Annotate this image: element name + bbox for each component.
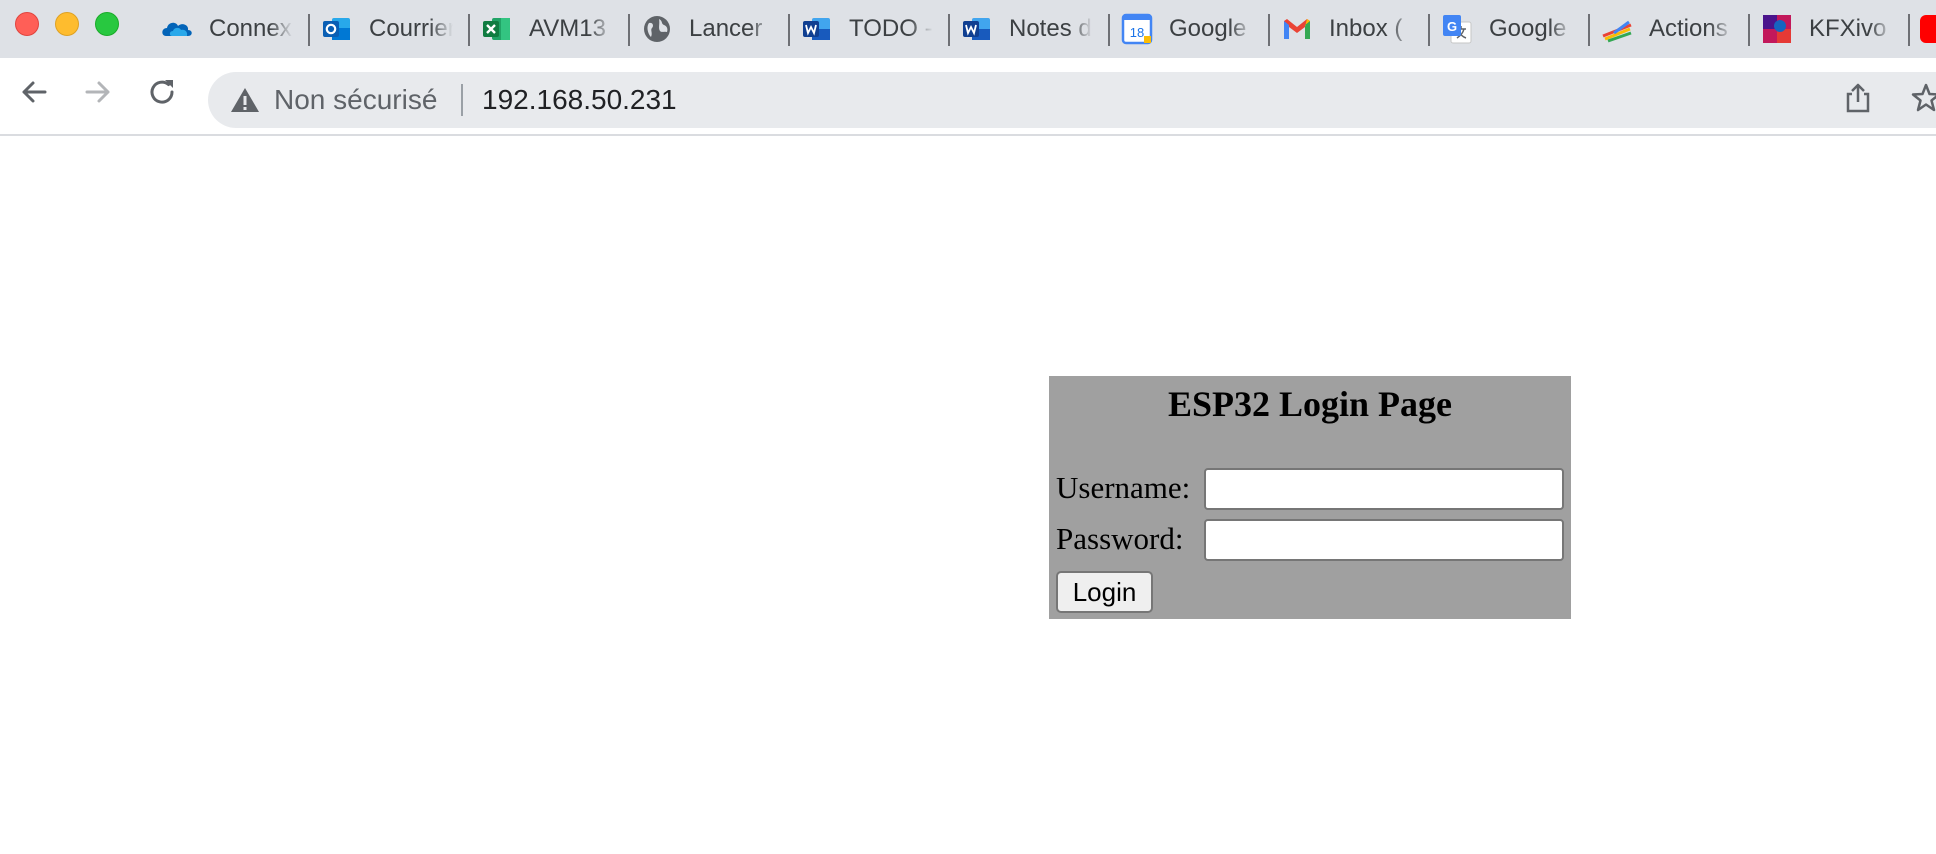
arrow-left-icon: [22, 81, 47, 103]
address-bar-divider: [461, 84, 463, 116]
login-button[interactable]: Login: [1056, 571, 1153, 613]
kfxivo-icon: [1763, 15, 1791, 43]
forward-button[interactable]: [76, 70, 120, 114]
tab-google-calendar[interactable]: 18 Google: [1108, 0, 1268, 58]
url-text[interactable]: 192.168.50.231: [482, 84, 677, 116]
page-title: ESP32 Login Page: [1167, 384, 1453, 424]
tab-avm13[interactable]: AVM13: [468, 0, 628, 58]
tab-title: Inbox (: [1329, 15, 1403, 42]
tab-title: Actions: [1649, 15, 1728, 42]
onedrive-icon: [162, 22, 192, 36]
tab-todo[interactable]: TODO -: [788, 0, 948, 58]
tab-courrier[interactable]: Courrier: [308, 0, 468, 58]
svg-text:G: G: [1447, 19, 1457, 34]
word-icon: [963, 18, 990, 40]
tab-kfxivo[interactable]: KFXivo: [1748, 0, 1908, 58]
actions-icon: [1602, 20, 1632, 43]
password-label: Password:: [1056, 521, 1184, 556]
tab-title: AVM13: [529, 15, 606, 42]
tab-list: Connexion Courrier AVM13: [148, 0, 1936, 58]
gmail-icon: [1284, 19, 1310, 39]
close-window-button[interactable]: [15, 12, 39, 36]
tab-title: Google: [1169, 15, 1247, 42]
browser-toolbar: Non sécurisé 192.168.50.231: [0, 58, 1936, 136]
username-label: Username:: [1056, 470, 1191, 505]
minimize-window-button[interactable]: [55, 12, 79, 36]
warning-icon[interactable]: [230, 86, 260, 114]
tab-title: Connexion: [209, 15, 293, 42]
google-translate-icon: G: [1443, 15, 1472, 44]
arrow-right-icon: [85, 81, 110, 103]
login-form: ESP32 Login Page Username: Password: Log…: [1049, 376, 1571, 619]
google-calendar-icon: 18: [1121, 13, 1153, 45]
globe-icon: [644, 16, 670, 42]
address-bar[interactable]: Non sécurisé 192.168.50.231: [208, 72, 1936, 128]
security-status-label[interactable]: Non sécurisé: [274, 84, 437, 116]
tab-lancer[interactable]: Lancer: [628, 0, 788, 58]
tab-connexion[interactable]: Connexion: [148, 0, 308, 58]
excel-icon: [483, 18, 510, 40]
share-icon[interactable]: [1842, 82, 1874, 114]
tab-title: Notes de: [1009, 15, 1093, 42]
tab-title: KFXivo: [1809, 15, 1887, 42]
tab-title: Courrier: [369, 15, 453, 42]
password-input[interactable]: [1204, 519, 1564, 561]
back-button[interactable]: [12, 70, 56, 114]
tab-google-translate[interactable]: G Google: [1428, 0, 1588, 58]
bookmark-star-icon[interactable]: [1910, 82, 1936, 114]
tab-strip: Connexion Courrier AVM13: [0, 0, 1936, 58]
username-input[interactable]: [1204, 468, 1564, 510]
maximize-window-button[interactable]: [95, 12, 119, 36]
word-icon: [803, 18, 830, 40]
tab-notes[interactable]: Notes de: [948, 0, 1108, 58]
reload-button[interactable]: [140, 70, 184, 114]
tab-title: Lancer: [689, 15, 763, 42]
tab-overflow[interactable]: [1908, 0, 1936, 58]
tab-title: Google: [1489, 15, 1567, 42]
tab-gmail-inbox[interactable]: Inbox (: [1268, 0, 1428, 58]
svg-text:18: 18: [1130, 25, 1144, 40]
reload-icon: [150, 80, 174, 104]
youtube-icon: [1920, 15, 1936, 43]
outlook-icon: [323, 18, 350, 40]
tab-actions[interactable]: Actions: [1588, 0, 1748, 58]
tab-title: TODO -: [849, 15, 933, 42]
